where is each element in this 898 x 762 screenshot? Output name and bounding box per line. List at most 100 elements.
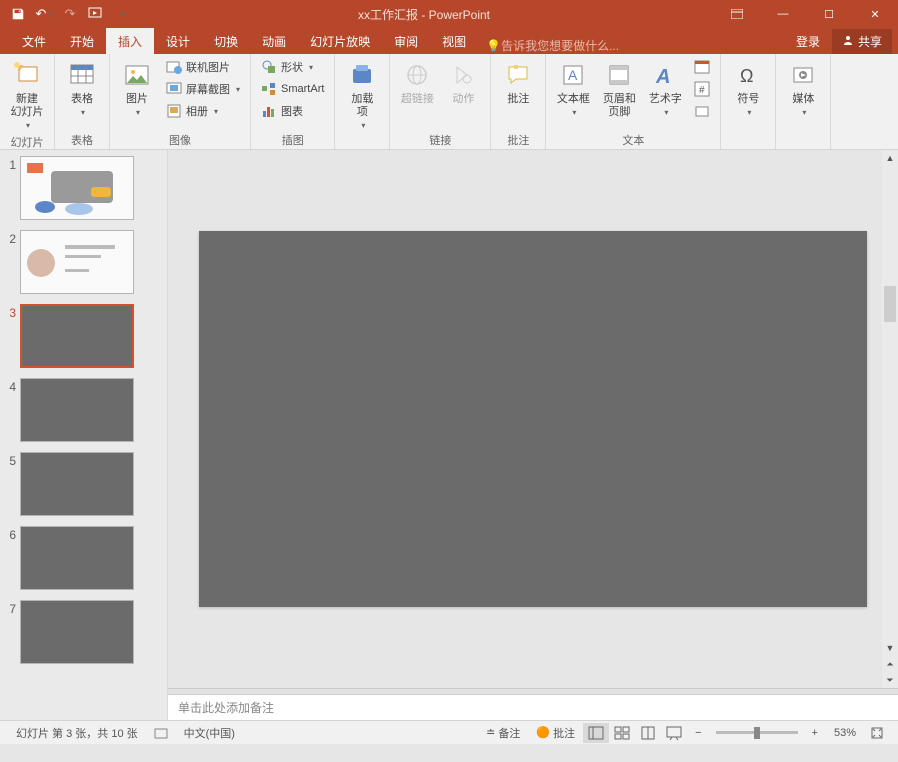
share-icon [842, 34, 854, 49]
svg-text:A: A [655, 66, 670, 87]
reading-view-icon[interactable] [635, 723, 661, 743]
photo-album-button[interactable]: 相册▾ [162, 101, 244, 121]
online-pictures-button[interactable]: 联机图片 [162, 57, 244, 77]
hyperlink-button[interactable]: 超链接 [396, 57, 438, 108]
maximize-icon[interactable]: ☐ [806, 0, 852, 28]
share-button[interactable]: 共享 [832, 29, 892, 54]
slide-thumbnails-panel[interactable]: 1 ✱ 2 3 4 [0, 150, 168, 720]
tab-file[interactable]: 文件 [10, 28, 58, 54]
prev-slide-icon[interactable]: ⏶ [882, 656, 898, 672]
slide-thumb-6[interactable] [20, 526, 134, 590]
date-time-button[interactable] [690, 57, 714, 77]
slide-number-button[interactable]: # [690, 79, 714, 99]
addins-button[interactable]: 加载 项 ▾ [341, 57, 383, 132]
hyperlink-icon [401, 59, 433, 91]
comment-button[interactable]: 批注 [497, 57, 539, 108]
action-icon [447, 59, 479, 91]
sorter-view-icon[interactable] [609, 723, 635, 743]
tab-home[interactable]: 开始 [58, 28, 106, 54]
screenshot-button[interactable]: 屏幕截图▾ [162, 79, 244, 99]
zoom-slider[interactable] [716, 731, 798, 734]
online-pictures-icon [166, 59, 182, 75]
language-status[interactable]: 中文(中国) [176, 725, 243, 741]
media-button[interactable]: 媒体 ▾ [782, 57, 824, 119]
pictures-button[interactable]: 图片 ▾ [116, 57, 158, 119]
smartart-icon [261, 81, 277, 97]
textbox-icon: A [557, 59, 589, 91]
chevron-down-icon: ▾ [664, 108, 668, 117]
zoom-in-button[interactable]: + [804, 727, 826, 739]
chart-button[interactable]: 图表 [257, 101, 328, 121]
tab-review[interactable]: 审阅 [382, 28, 430, 54]
save-icon[interactable] [6, 2, 30, 26]
tab-design[interactable]: 设计 [154, 28, 202, 54]
slide-thumb-5[interactable] [20, 452, 134, 516]
next-slide-icon[interactable]: ⏷ [882, 672, 898, 688]
slide-thumb-7[interactable] [20, 600, 134, 664]
ribbon-display-icon[interactable] [714, 0, 760, 28]
slide-canvas[interactable] [199, 231, 867, 607]
slideshow-view-icon[interactable] [661, 723, 687, 743]
tab-view[interactable]: 视图 [430, 28, 478, 54]
chevron-down-icon: ▾ [747, 108, 751, 117]
shapes-button[interactable]: 形状▾ [257, 57, 328, 77]
wordart-icon: A [649, 59, 681, 91]
notes-toggle[interactable]: ≐ 备注 [478, 725, 528, 741]
vertical-scrollbar[interactable]: ▲ ▼ ⏶ ⏷ [882, 150, 898, 688]
slide-thumb-2[interactable] [20, 230, 134, 294]
zoom-level[interactable]: 53% [826, 727, 864, 739]
number-icon: # [694, 81, 710, 97]
tab-insert[interactable]: 插入 [106, 28, 154, 54]
table-button[interactable]: 表格 ▾ [61, 57, 103, 119]
screenshot-icon [166, 81, 182, 97]
chevron-down-icon: ▾ [361, 121, 365, 130]
spellcheck-icon[interactable] [146, 726, 176, 740]
header-footer-icon [603, 59, 635, 91]
scroll-thumb[interactable] [884, 286, 896, 322]
tab-animations[interactable]: 动画 [250, 28, 298, 54]
tell-me-search[interactable]: 💡 告诉我您想要做什么... [486, 37, 619, 54]
svg-text:#: # [699, 85, 705, 96]
tab-transitions[interactable]: 切换 [202, 28, 250, 54]
table-icon [66, 59, 98, 91]
media-icon [787, 59, 819, 91]
slide-counter[interactable]: 幻灯片 第 3 张，共 10 张 [8, 725, 146, 741]
new-slide-icon [11, 59, 43, 91]
header-footer-button[interactable]: 页眉和页脚 [598, 57, 640, 121]
slide-thumb-4[interactable] [20, 378, 134, 442]
start-from-beginning-icon[interactable] [84, 2, 108, 26]
zoom-out-button[interactable]: − [687, 727, 709, 739]
comment-icon [502, 59, 534, 91]
addins-icon [346, 59, 378, 91]
svg-text:A: A [568, 67, 578, 83]
normal-view-icon[interactable] [583, 723, 609, 743]
undo-icon[interactable]: ↶▾ [32, 2, 56, 26]
wordart-button[interactable]: A 艺术字 ▾ [644, 57, 686, 119]
minimize-icon[interactable]: — [760, 0, 806, 28]
date-icon [694, 59, 710, 75]
comments-toggle[interactable]: 🟠 批注 [528, 725, 583, 741]
close-icon[interactable]: ✕ [852, 0, 898, 28]
object-button[interactable] [690, 101, 714, 121]
chevron-down-icon: ▾ [802, 108, 806, 117]
shapes-icon [261, 59, 277, 75]
slide-thumb-3[interactable] [20, 304, 134, 368]
smartart-button[interactable]: SmartArt [257, 79, 328, 99]
object-icon [694, 103, 710, 119]
login-button[interactable]: 登录 [788, 29, 828, 54]
window-title: xx工作汇报 - PowerPoint [134, 6, 714, 23]
scroll-up-icon[interactable]: ▲ [882, 150, 898, 166]
slide-thumb-1[interactable] [20, 156, 134, 220]
new-slide-button[interactable]: 新建 幻灯片 ▾ [6, 57, 48, 132]
notes-pane[interactable]: 单击此处添加备注 [168, 694, 898, 720]
svg-text:Ω: Ω [740, 66, 753, 86]
pictures-icon [121, 59, 153, 91]
redo-icon[interactable]: ↷ [58, 2, 82, 26]
fit-to-window-icon[interactable] [864, 723, 890, 743]
symbol-button[interactable]: Ω 符号 ▾ [727, 57, 769, 119]
action-button[interactable]: 动作 [442, 57, 484, 108]
scroll-down-icon[interactable]: ▼ [882, 640, 898, 656]
qat-customize-icon[interactable]: ▾ [110, 2, 134, 26]
textbox-button[interactable]: A 文本框 ▾ [552, 57, 594, 119]
tab-slideshow[interactable]: 幻灯片放映 [298, 28, 382, 54]
